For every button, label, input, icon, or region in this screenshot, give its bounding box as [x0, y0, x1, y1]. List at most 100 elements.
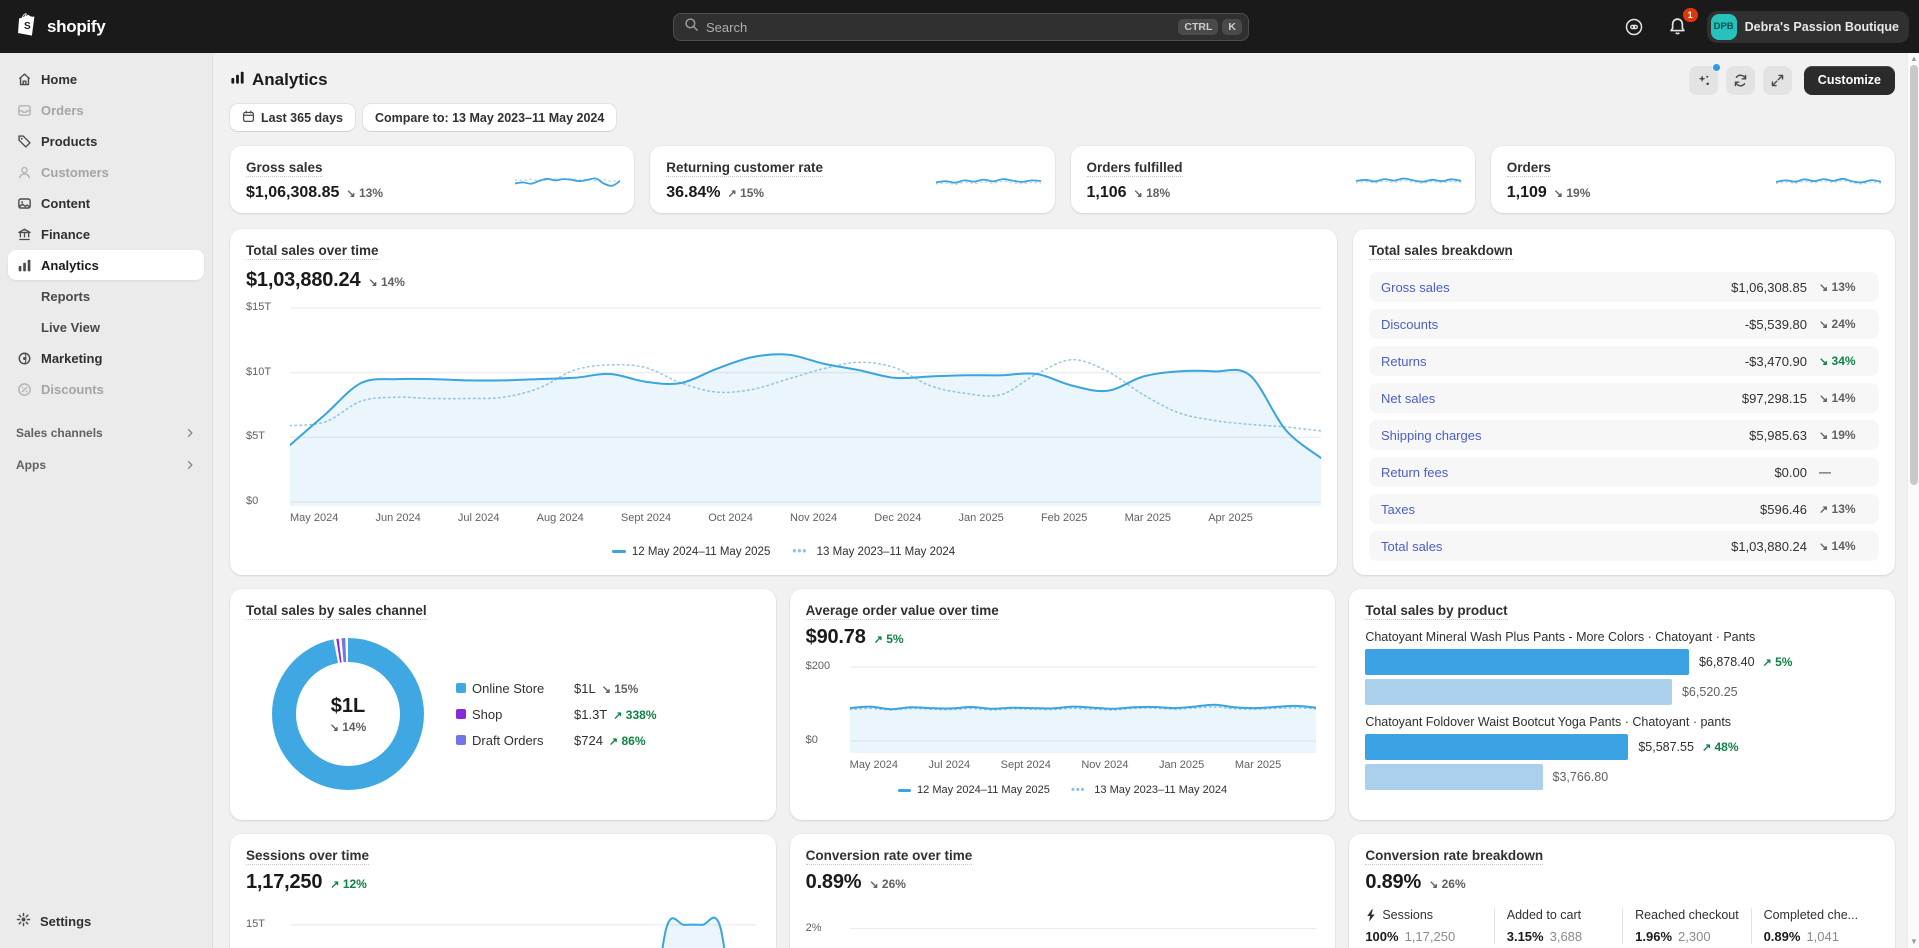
scrollbar-up-arrow[interactable]: ▲ [1910, 55, 1918, 63]
breakdown-delta: ↘ 34% [1819, 354, 1867, 368]
sales-channel-donut-chart: $1L ↘ 14% [268, 634, 428, 794]
sidebar-item-finance[interactable]: Finance [8, 219, 204, 249]
breakdown-link[interactable]: Discounts [1381, 317, 1438, 332]
topbar: S shopify Search CTRL K 1 DPB Debra's Pa… [0, 0, 1919, 53]
x-axis-tick: Sept 2024 [1001, 759, 1051, 771]
metric-card-delta: ↘ 13% [346, 186, 383, 200]
sessions-over-time-card: Sessions over time 1,17,250↗ 12% 15T [230, 834, 776, 948]
scrollbar-thumb[interactable] [1910, 65, 1918, 485]
metric-sparkline [1776, 167, 1881, 201]
sidebar-item-label: Live View [41, 320, 100, 335]
conversion-rate-over-time-title[interactable]: Conversion rate over time [806, 848, 973, 865]
notifications-bell-icon[interactable]: 1 [1663, 12, 1693, 42]
shopify-bag-icon: S [18, 12, 40, 41]
funnel-step-count: 1,041 [1806, 929, 1839, 944]
sidebar-item-content[interactable]: Content [8, 188, 204, 218]
sidebar-item-discounts[interactable]: Discounts [8, 374, 204, 404]
x-axis-tick: Jul 2024 [929, 759, 971, 771]
funnel-step-count: 1,17,250 [1405, 929, 1456, 944]
total-sales-by-channel-title[interactable]: Total sales by sales channel [246, 603, 427, 620]
sidebar-item-products[interactable]: Products [8, 126, 204, 156]
breakdown-link[interactable]: Shipping charges [1381, 428, 1481, 443]
product-bar-current [1365, 734, 1628, 760]
total-sales-by-product-card: Total sales by product Chatoyant Mineral… [1349, 589, 1895, 820]
product-name[interactable]: Chatoyant Foldover Waist Bootcut Yoga Pa… [1365, 715, 1879, 729]
breakdown-row-discounts: Discounts -$5,539.80↘ 24% [1369, 309, 1879, 339]
breakdown-link[interactable]: Taxes [1381, 502, 1415, 517]
breakdown-link[interactable]: Return fees [1381, 465, 1448, 480]
breakdown-link[interactable]: Total sales [1381, 539, 1442, 554]
sidebar-item-customers[interactable]: Customers [8, 157, 204, 187]
breakdown-delta: ↘ 13% [1819, 280, 1867, 294]
sidebar-item-orders[interactable]: Orders [8, 95, 204, 125]
breakdown-link[interactable]: Returns [1381, 354, 1427, 369]
breakdown-value: $97,298.15 [1742, 391, 1807, 406]
metric-delta: ↗ 12% [330, 877, 367, 891]
metric-card-value: 1,109 [1507, 184, 1547, 202]
sidebar-item-reports[interactable]: Reports [8, 281, 204, 311]
breakdown-value: $5,985.63 [1749, 428, 1807, 443]
marketing-icon [16, 350, 32, 366]
svg-text:S: S [24, 21, 31, 32]
sidebar-item-live-view[interactable]: Live View [8, 312, 204, 342]
product-delta: ↗ 5% [1763, 655, 1793, 669]
total-sales-over-time-title[interactable]: Total sales over time [246, 243, 379, 260]
sidebar-item-label: Customers [41, 165, 109, 180]
lightning-icon [1365, 909, 1377, 922]
metric-card-title[interactable]: Orders [1507, 160, 1551, 177]
breakdown-row-shipping-charges: Shipping charges $5,985.63↘ 19% [1369, 420, 1879, 450]
sidebar-item-label: Orders [41, 103, 84, 118]
funnel-step-pct: 1.96% [1635, 929, 1672, 944]
metric-card-value: 1,106 [1087, 184, 1127, 202]
insights-magic-icon[interactable] [1689, 66, 1718, 95]
product-name[interactable]: Chatoyant Mineral Wash Plus Pants - More… [1365, 630, 1879, 644]
metric-card-title[interactable]: Returning customer rate [666, 160, 823, 177]
notification-badge: 1 [1683, 8, 1698, 22]
gear-icon [16, 912, 31, 930]
content-icon [16, 195, 32, 211]
expand-fullscreen-icon[interactable] [1763, 66, 1792, 95]
breakdown-link[interactable]: Gross sales [1381, 280, 1450, 295]
legend-current-period: 12 May 2024–11 May 2025 [612, 546, 771, 558]
product-bar-previous [1365, 679, 1672, 705]
refresh-cycle-icon[interactable] [1726, 66, 1755, 95]
breakdown-row-taxes: Taxes $596.46↗ 13% [1369, 494, 1879, 524]
customize-button[interactable]: Customize [1804, 66, 1895, 95]
x-axis-tick: Jul 2024 [458, 512, 500, 524]
channel-value: $1.3T [574, 707, 607, 722]
product-delta: ↗ 48% [1702, 740, 1739, 754]
scrollbar-down-arrow[interactable]: ▼ [1910, 938, 1918, 946]
metric-card-returning-customer-rate: Returning customer rate 36.84%↗ 15% [650, 146, 1054, 213]
shopify-logo[interactable]: S shopify [18, 12, 105, 41]
page-scrollbar[interactable]: ▲ ▼ [1907, 53, 1919, 948]
sidebar-item-marketing[interactable]: Marketing [8, 343, 204, 373]
total-sales-breakdown-title[interactable]: Total sales breakdown [1369, 243, 1513, 260]
funnel-step-label: Reached checkout [1635, 908, 1739, 922]
sidebar-item-home[interactable]: Home [8, 64, 204, 94]
search-input[interactable]: Search CTRL K [673, 13, 1249, 41]
x-axis-tick: May 2024 [850, 759, 898, 771]
sessions-over-time-title[interactable]: Sessions over time [246, 848, 369, 865]
kbd-ctrl: CTRL [1178, 19, 1218, 35]
breakdown-link[interactable]: Net sales [1381, 391, 1435, 406]
analytics-icon [16, 257, 32, 273]
average-order-value-title[interactable]: Average order value over time [806, 603, 999, 620]
sidekick-icon[interactable] [1619, 12, 1649, 42]
compare-to-button[interactable]: Compare to: 13 May 2023–11 May 2024 [363, 104, 616, 131]
store-menu[interactable]: DPB Debra's Passion Boutique [1707, 11, 1909, 43]
metric-card-title[interactable]: Orders fulfilled [1087, 160, 1183, 177]
sidebar-item-analytics[interactable]: Analytics [8, 250, 204, 280]
x-axis-tick: Nov 2024 [1081, 759, 1128, 771]
date-range-button[interactable]: Last 365 days [230, 104, 355, 131]
x-axis-tick: Mar 2025 [1125, 512, 1171, 524]
home-icon [16, 71, 32, 87]
sidebar-item-settings[interactable]: Settings [8, 906, 204, 936]
sidebar-section-apps[interactable]: Apps [16, 458, 196, 472]
metric-card-title[interactable]: Gross sales [246, 160, 323, 177]
total-sales-by-product-title[interactable]: Total sales by product [1365, 603, 1507, 620]
section-label: Sales channels [16, 426, 103, 440]
sidebar-section-sales-channels[interactable]: Sales channels [16, 426, 196, 440]
metric-card-value: 36.84% [666, 184, 720, 202]
x-axis-tick: Nov 2024 [790, 512, 837, 524]
conversion-rate-breakdown-title[interactable]: Conversion rate breakdown [1365, 848, 1543, 865]
